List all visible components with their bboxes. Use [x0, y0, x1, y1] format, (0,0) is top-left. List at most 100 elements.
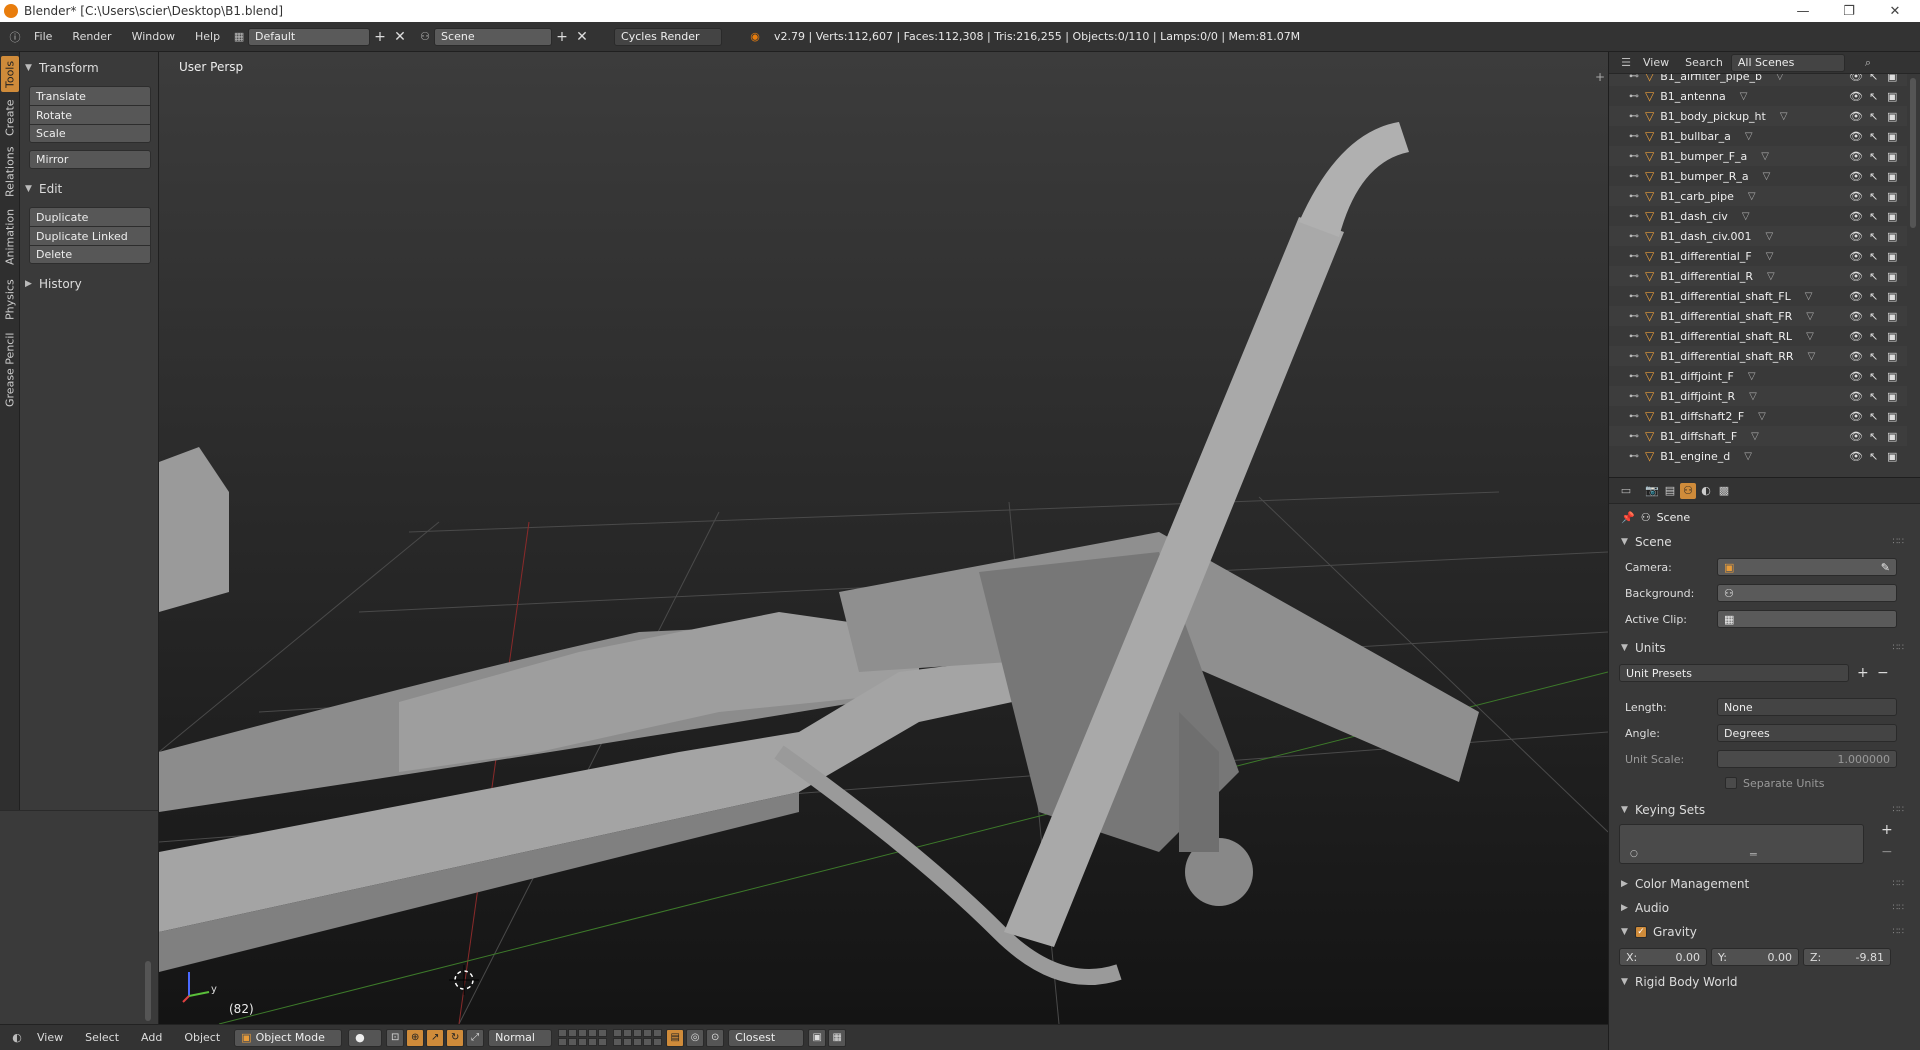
outliner-menu-view[interactable]: View — [1643, 56, 1669, 69]
pin-icon[interactable]: 📌 — [1621, 511, 1635, 524]
render-camera-icon[interactable]: ▣ — [1887, 270, 1897, 283]
outliner-row[interactable]: ⊷ ▽ B1_differential_shaft_RL ▽ 👁 ↖ ▣ — [1609, 326, 1907, 346]
3d-viewport[interactable]: y User Persp + (82) — [159, 52, 1608, 1024]
render-camera-icon[interactable]: ▣ — [1887, 150, 1897, 163]
outliner-row[interactable]: ⊷ ▽ B1_dash_civ.001 ▽ 👁 ↖ ▣ — [1609, 226, 1907, 246]
object-name[interactable]: B1_differential_shaft_FL — [1660, 290, 1791, 303]
mesh-data-icon[interactable]: ▽ — [1806, 311, 1814, 322]
visibility-eye-icon[interactable]: 👁 — [1849, 390, 1863, 403]
mesh-data-icon[interactable]: ▽ — [1776, 74, 1784, 82]
select-arrow-icon[interactable]: ↖ — [1869, 450, 1878, 463]
tab-relations[interactable]: Relations — [1, 144, 19, 200]
eyedropper-icon[interactable]: ✎ — [1881, 561, 1890, 574]
object-name[interactable]: B1_airfilter_pipe_b — [1660, 74, 1762, 83]
expand-toggle-icon[interactable]: ⊷ — [1629, 451, 1645, 462]
editor-type-icon[interactable]: ◐ — [8, 1030, 26, 1046]
render-camera-icon[interactable]: ▣ — [1887, 310, 1897, 323]
mesh-data-icon[interactable]: ▽ — [1748, 191, 1756, 202]
expand-toggle-icon[interactable]: ⊷ — [1629, 91, 1645, 102]
mode-dropdown[interactable]: ▣ Object Mode — [234, 1028, 343, 1047]
drag-handle-icon[interactable]: ∷∷ — [1893, 537, 1904, 547]
expand-toggle-icon[interactable]: ⊷ — [1629, 231, 1645, 242]
outliner-row[interactable]: ⊷ ▽ B1_antenna ▽ 👁 ↖ ▣ — [1609, 86, 1907, 106]
shading-dropdown[interactable]: ● — [348, 1028, 383, 1047]
render-camera-icon[interactable]: ▣ — [1887, 430, 1897, 443]
select-arrow-icon[interactable]: ↖ — [1869, 110, 1878, 123]
screen-layout-field[interactable]: Default — [248, 27, 371, 46]
expand-toggle-icon[interactable]: ⊷ — [1629, 251, 1645, 262]
object-name[interactable]: B1_carb_pipe — [1660, 190, 1734, 203]
outliner-row[interactable]: ⊷ ▽ B1_differential_shaft_RR ▽ 👁 ↖ ▣ — [1609, 346, 1907, 366]
expand-toggle-icon[interactable]: ⊷ — [1629, 391, 1645, 402]
remove-keying-set-button[interactable]: − — [1881, 844, 1893, 860]
scale-button[interactable]: Scale — [29, 124, 151, 143]
mesh-data-icon[interactable]: ▽ — [1765, 231, 1773, 242]
outliner-row[interactable]: ⊷ ▽ B1_differential_shaft_FR ▽ 👁 ↖ ▣ — [1609, 306, 1907, 326]
outliner-row[interactable]: ⊷ ▽ B1_engine_d ▽ 👁 ↖ ▣ — [1609, 446, 1907, 466]
rotate-button[interactable]: Rotate — [29, 105, 151, 124]
visibility-eye-icon[interactable]: 👁 — [1849, 170, 1863, 183]
select-arrow-icon[interactable]: ↖ — [1869, 90, 1878, 103]
toolshelf-scrollbar[interactable] — [145, 961, 151, 1021]
object-name[interactable]: B1_differential_shaft_RL — [1660, 330, 1792, 343]
visibility-eye-icon[interactable]: 👁 — [1849, 74, 1863, 83]
expand-toggle-icon[interactable]: ⊷ — [1629, 211, 1645, 222]
render-camera-icon[interactable]: ▣ — [1887, 370, 1897, 383]
object-name[interactable]: B1_bumper_F_a — [1660, 150, 1747, 163]
outliner-row[interactable]: ⊷ ▽ B1_airfilter_pipe_b ▽ 👁 ↖ ▣ — [1609, 74, 1907, 86]
gravity-checkbox[interactable]: ✓ — [1635, 926, 1647, 938]
visibility-eye-icon[interactable]: 👁 — [1849, 130, 1863, 143]
render-camera-icon[interactable]: ▣ — [1887, 250, 1897, 263]
select-arrow-icon[interactable]: ↖ — [1869, 150, 1878, 163]
mesh-data-icon[interactable]: ▽ — [1763, 171, 1771, 182]
render-camera-icon[interactable]: ▣ — [1887, 210, 1897, 223]
transform-orientation-dropdown[interactable]: Normal — [488, 1028, 553, 1047]
outliner-row[interactable]: ⊷ ▽ B1_bullbar_a ▽ 👁 ↖ ▣ — [1609, 126, 1907, 146]
render-camera-icon[interactable]: ▣ — [1887, 110, 1897, 123]
outliner-filter-dropdown[interactable]: All Scenes — [1730, 53, 1845, 72]
visibility-eye-icon[interactable]: 👁 — [1849, 330, 1863, 343]
outliner-scrollbar[interactable] — [1910, 78, 1916, 228]
render-camera-icon[interactable]: ▣ — [1887, 290, 1897, 303]
render-tab-icon[interactable]: 📷 — [1644, 483, 1660, 499]
transform-panel-header[interactable]: ▼ Transform — [25, 58, 153, 78]
mesh-data-icon[interactable]: ▽ — [1767, 271, 1775, 282]
viewport-expand-icon[interactable]: + — [1595, 70, 1605, 84]
visibility-eye-icon[interactable]: 👁 — [1849, 110, 1863, 123]
mesh-data-icon[interactable]: ▽ — [1740, 91, 1748, 102]
outliner-row[interactable]: ⊷ ▽ B1_differential_R ▽ 👁 ↖ ▣ — [1609, 266, 1907, 286]
properties-editor-icon[interactable]: ▭ — [1617, 483, 1635, 499]
visibility-eye-icon[interactable]: 👁 — [1849, 190, 1863, 203]
texture-tab-icon[interactable]: ▩ — [1716, 483, 1732, 499]
unit-presets-dropdown[interactable]: Unit Presets — [1619, 664, 1849, 682]
outliner-menu-search[interactable]: Search — [1685, 56, 1723, 69]
object-name[interactable]: B1_differential_shaft_RR — [1660, 350, 1793, 363]
scene-field[interactable]: Scene — [434, 27, 553, 46]
visibility-eye-icon[interactable]: 👁 — [1849, 350, 1863, 363]
translate-manipulator-icon[interactable]: ↗ — [426, 1028, 445, 1047]
select-arrow-icon[interactable]: ↖ — [1869, 170, 1878, 183]
select-arrow-icon[interactable]: ↖ — [1869, 270, 1878, 283]
opengl-anim-icon[interactable]: ▦ — [828, 1028, 847, 1047]
render-camera-icon[interactable]: ▣ — [1887, 390, 1897, 403]
expand-toggle-icon[interactable]: ⊷ — [1629, 191, 1645, 202]
background-field[interactable]: ⚇ — [1717, 584, 1897, 602]
menu-file[interactable]: File — [34, 30, 52, 43]
object-name[interactable]: B1_diffshaft_F — [1660, 430, 1737, 443]
scene-panel-header[interactable]: ▼ Scene ∷∷ — [1609, 530, 1920, 554]
audio-panel-header[interactable]: ▶ Audio ∷∷ — [1609, 896, 1920, 920]
render-engine-dropdown[interactable]: Cycles Render — [614, 27, 723, 46]
color-management-panel-header[interactable]: ▶ Color Management ∷∷ — [1609, 872, 1920, 896]
expand-toggle-icon[interactable]: ⊷ — [1629, 111, 1645, 122]
drag-handle-icon[interactable]: ∷∷ — [1893, 879, 1904, 889]
info-editor-icon[interactable]: ⓘ — [6, 29, 24, 45]
add-keying-set-button[interactable]: + — [1881, 822, 1893, 838]
camera-field[interactable]: ▣ ✎ — [1717, 558, 1897, 576]
menu-add[interactable]: Add — [141, 1031, 162, 1044]
outliner-row[interactable]: ⊷ ▽ B1_diffjoint_F ▽ 👁 ↖ ▣ — [1609, 366, 1907, 386]
expand-toggle-icon[interactable]: ⊷ — [1629, 371, 1645, 382]
add-preset-button[interactable]: + — [1857, 665, 1869, 681]
select-arrow-icon[interactable]: ↖ — [1869, 390, 1878, 403]
expand-toggle-icon[interactable]: ⊷ — [1629, 431, 1645, 442]
lock-layers-icon[interactable]: ▤ — [666, 1028, 685, 1047]
